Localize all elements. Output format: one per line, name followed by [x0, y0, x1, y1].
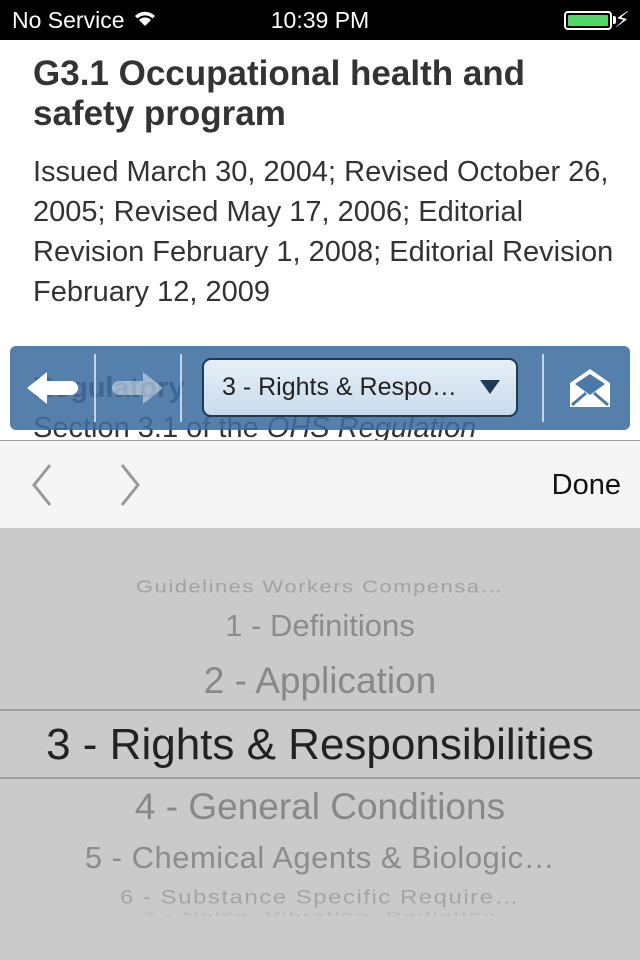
back-button[interactable] — [10, 346, 94, 430]
picker-item[interactable]: 1 - Definitions — [0, 608, 640, 644]
picker-item[interactable]: Guidelines Workers Compensa… — [0, 577, 640, 598]
picker-accessory-bar: Done — [0, 440, 640, 528]
page-title: G3.1 Occupational health and safety prog… — [33, 54, 526, 133]
issued-text: Issued March 30, 2004; Revised October 2… — [33, 156, 614, 308]
section-dropdown[interactable]: 3 - Rights & Respo… — [202, 358, 518, 417]
document-content: G3.1 Occupational health and safety prog… — [33, 54, 623, 312]
clock: 10:39 PM — [270, 7, 370, 33]
battery-icon — [564, 11, 612, 30]
arrow-right-icon — [112, 372, 163, 404]
chevron-left-icon[interactable] — [26, 461, 62, 509]
envelope-open-icon — [570, 369, 610, 407]
toolbar-divider — [180, 354, 182, 422]
dropdown-triangle-icon — [480, 380, 500, 394]
email-button[interactable] — [550, 346, 630, 430]
navigation-toolbar: 3 - Rights & Respo… — [10, 346, 630, 430]
picker-item[interactable]: 7 - Noise, Vibration, Radiation — [0, 911, 640, 916]
picker-item[interactable]: 5 - Chemical Agents & Biologic… — [0, 840, 640, 876]
picker-item-selected[interactable]: 3 - Rights & Responsibilities — [0, 720, 640, 770]
toolbar-divider — [542, 354, 544, 422]
picker-item[interactable]: 4 - General Conditions — [0, 786, 640, 828]
section-picker[interactable]: Guidelines Workers Compensa… 1 - Definit… — [0, 528, 640, 960]
done-button[interactable]: Done — [552, 469, 621, 502]
forward-button[interactable] — [96, 346, 180, 430]
picker-item[interactable]: 2 - Application — [0, 660, 640, 702]
chevron-right-icon[interactable] — [112, 461, 148, 509]
status-bar: No Service 10:39 PM ⚡︎ — [0, 0, 640, 40]
arrow-left-icon — [27, 372, 78, 404]
picker-item[interactable]: 6 - Substance Specific Require… — [0, 887, 640, 909]
picker-selection-line — [0, 777, 640, 779]
picker-selection-line — [0, 709, 640, 711]
charging-bolt-icon: ⚡︎ — [614, 7, 630, 32]
section-dropdown-value: 3 - Rights & Respo… — [222, 373, 457, 401]
